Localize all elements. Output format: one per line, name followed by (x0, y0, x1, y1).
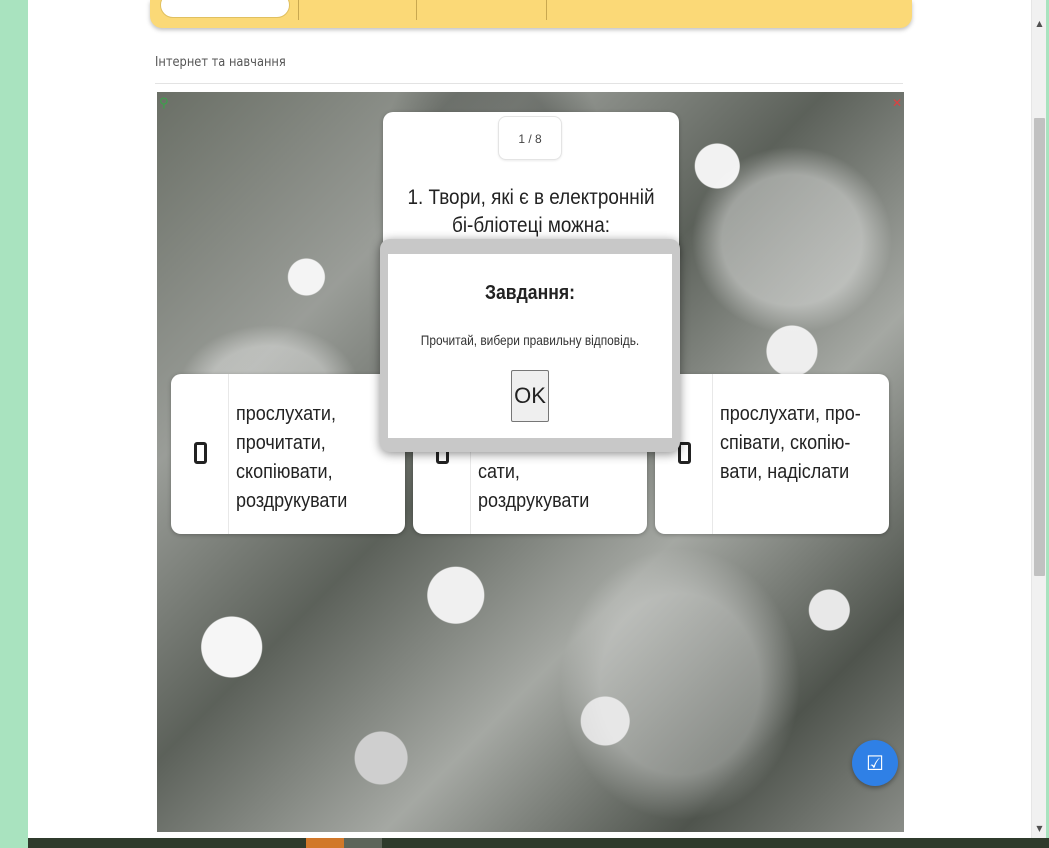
dialog-text: Прочитай, вибери правильну відповідь. (420, 332, 640, 348)
checkbox-icon (194, 442, 207, 464)
scroll-down-icon[interactable]: ▼ (1032, 821, 1047, 836)
footer-tab[interactable] (306, 838, 344, 848)
task-dialog: Завдання: Прочитай, вибери правильну від… (380, 239, 680, 452)
title-divider (155, 83, 903, 84)
check-square-icon[interactable]: ☑ (852, 740, 898, 786)
answer-text: сати, роздрукувати (478, 461, 590, 512)
footer-tab[interactable] (344, 838, 382, 848)
search-field[interactable] (160, 0, 290, 18)
task-dialog-body: Завдання: Прочитай, вибери правильну від… (388, 254, 672, 438)
top-navigation-bar (150, 0, 912, 28)
question-text: 1. Твори, які є в електронній бі-бліотец… (407, 186, 655, 237)
checkbox-icon (678, 442, 691, 464)
footer-bar (28, 838, 1049, 848)
answer-option-1[interactable]: прослухати, прочитати, скопіювати, роздр… (171, 374, 405, 534)
answer-marker (171, 374, 229, 534)
fullscreen-icon[interactable]: ✕ (892, 96, 902, 110)
dialog-title: Завдання: (484, 282, 575, 304)
quiz-stage: ⚲ ✕ 1 / 8 1. Твори, які є в електронній … (157, 92, 904, 832)
location-pin-icon[interactable]: ⚲ (159, 96, 171, 114)
section-title: Інтернет та навчання (155, 55, 286, 70)
vertical-scrollbar[interactable]: ▲ ▼ (1031, 0, 1046, 838)
answer-option-3[interactable]: прослухати, про-співати, скопію-вати, на… (655, 374, 889, 534)
scroll-up-icon[interactable]: ▲ (1032, 16, 1047, 31)
ok-button[interactable]: OK (511, 370, 549, 422)
question-counter: 1 / 8 (498, 116, 562, 160)
scroll-thumb[interactable] (1034, 118, 1045, 576)
nav-separator (546, 0, 547, 20)
answer-text: прослухати, прочитати, скопіювати, роздр… (236, 403, 348, 512)
nav-separator (416, 0, 417, 20)
nav-separator (298, 0, 299, 20)
answer-text: прослухати, про-співати, скопію-вати, на… (720, 403, 861, 483)
